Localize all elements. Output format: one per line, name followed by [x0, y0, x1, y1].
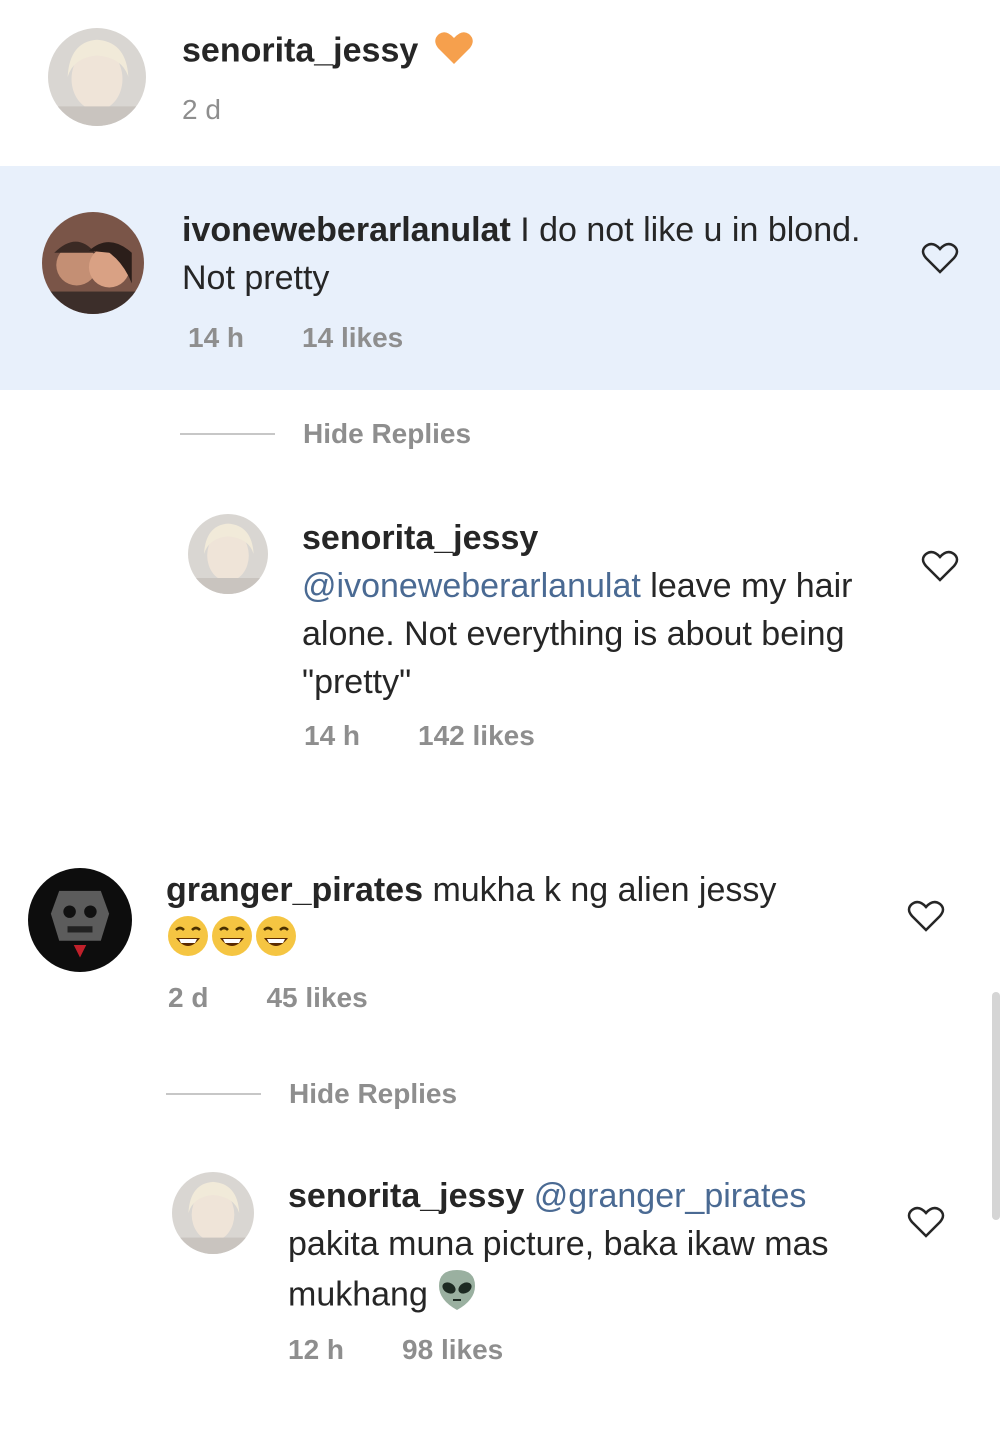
emoji-row	[166, 914, 866, 962]
mention-link[interactable]: @ivoneweberarlanulat	[302, 567, 641, 605]
avatar-image	[42, 212, 144, 314]
like-heart-icon[interactable]	[906, 1204, 946, 1240]
username[interactable]: senorita_jessy	[182, 31, 418, 69]
like-heart-icon[interactable]	[920, 240, 960, 276]
laughing-emoji-icon	[254, 914, 298, 971]
comment-body: granger_pirates mukha k ng alien jessy	[166, 866, 866, 962]
reply-time: 14 h	[304, 720, 361, 751]
likes-count[interactable]: 14 likes	[302, 322, 403, 353]
laughing-emoji-icon	[166, 914, 210, 971]
likes-count[interactable]: 98 likes	[402, 1334, 503, 1365]
username[interactable]: ivoneweberarlanulat	[182, 211, 511, 249]
divider-line	[180, 433, 275, 435]
likes-count[interactable]: 142 likes	[418, 720, 535, 751]
scrollbar-thumb[interactable]	[992, 992, 1000, 1220]
comment-text: mukha k ng alien jessy	[423, 871, 777, 909]
alien-emoji-icon	[437, 1268, 477, 1325]
reply-meta: 12 h 98 likes	[288, 1334, 561, 1366]
avatar[interactable]	[172, 1172, 254, 1254]
like-heart-icon[interactable]	[906, 898, 946, 934]
username[interactable]: granger_pirates	[166, 871, 423, 909]
username[interactable]: senorita_jessy	[288, 1177, 524, 1215]
avatar[interactable]	[42, 212, 144, 314]
avatar-image	[172, 1172, 254, 1254]
hide-replies-button[interactable]: Hide Replies	[180, 418, 471, 450]
avatar-image	[48, 28, 146, 126]
mention-link[interactable]: @granger_pirates	[534, 1177, 807, 1215]
hide-replies-label: Hide Replies	[289, 1078, 458, 1109]
comment-time: 14 h	[188, 322, 245, 353]
comment-meta: 14 h 14 likes	[188, 322, 461, 354]
reply-meta: 14 h 142 likes	[304, 720, 593, 752]
likes-count[interactable]: 45 likes	[266, 982, 367, 1013]
comment-time: 2 d	[182, 94, 221, 125]
avatar[interactable]	[188, 514, 268, 594]
avatar[interactable]	[28, 868, 132, 972]
reply-body: senorita_jessy @ivoneweberarlanulat leav…	[302, 514, 892, 706]
username[interactable]: senorita_jessy	[302, 519, 538, 557]
orange-heart-icon	[434, 30, 474, 75]
reply-time: 12 h	[288, 1334, 345, 1365]
avatar[interactable]	[48, 28, 146, 126]
avatar-image	[188, 514, 268, 594]
reply-text: pakita muna picture, baka ikaw mas mukha…	[288, 1225, 829, 1314]
laughing-emoji-icon	[210, 914, 254, 971]
divider-line	[166, 1093, 261, 1095]
comment-body: ivoneweberarlanulat I do not like u in b…	[182, 206, 862, 302]
like-heart-icon[interactable]	[920, 548, 960, 584]
hide-replies-button[interactable]: Hide Replies	[166, 1078, 457, 1110]
avatar-image	[28, 868, 132, 972]
comment-header: senorita_jessy	[182, 30, 474, 75]
comment-time: 2 d	[168, 982, 209, 1013]
reply-body: senorita_jessy @granger_pirates pakita m…	[288, 1172, 878, 1325]
comment-meta: 2 d 45 likes	[168, 982, 426, 1014]
hide-replies-label: Hide Replies	[303, 418, 472, 449]
